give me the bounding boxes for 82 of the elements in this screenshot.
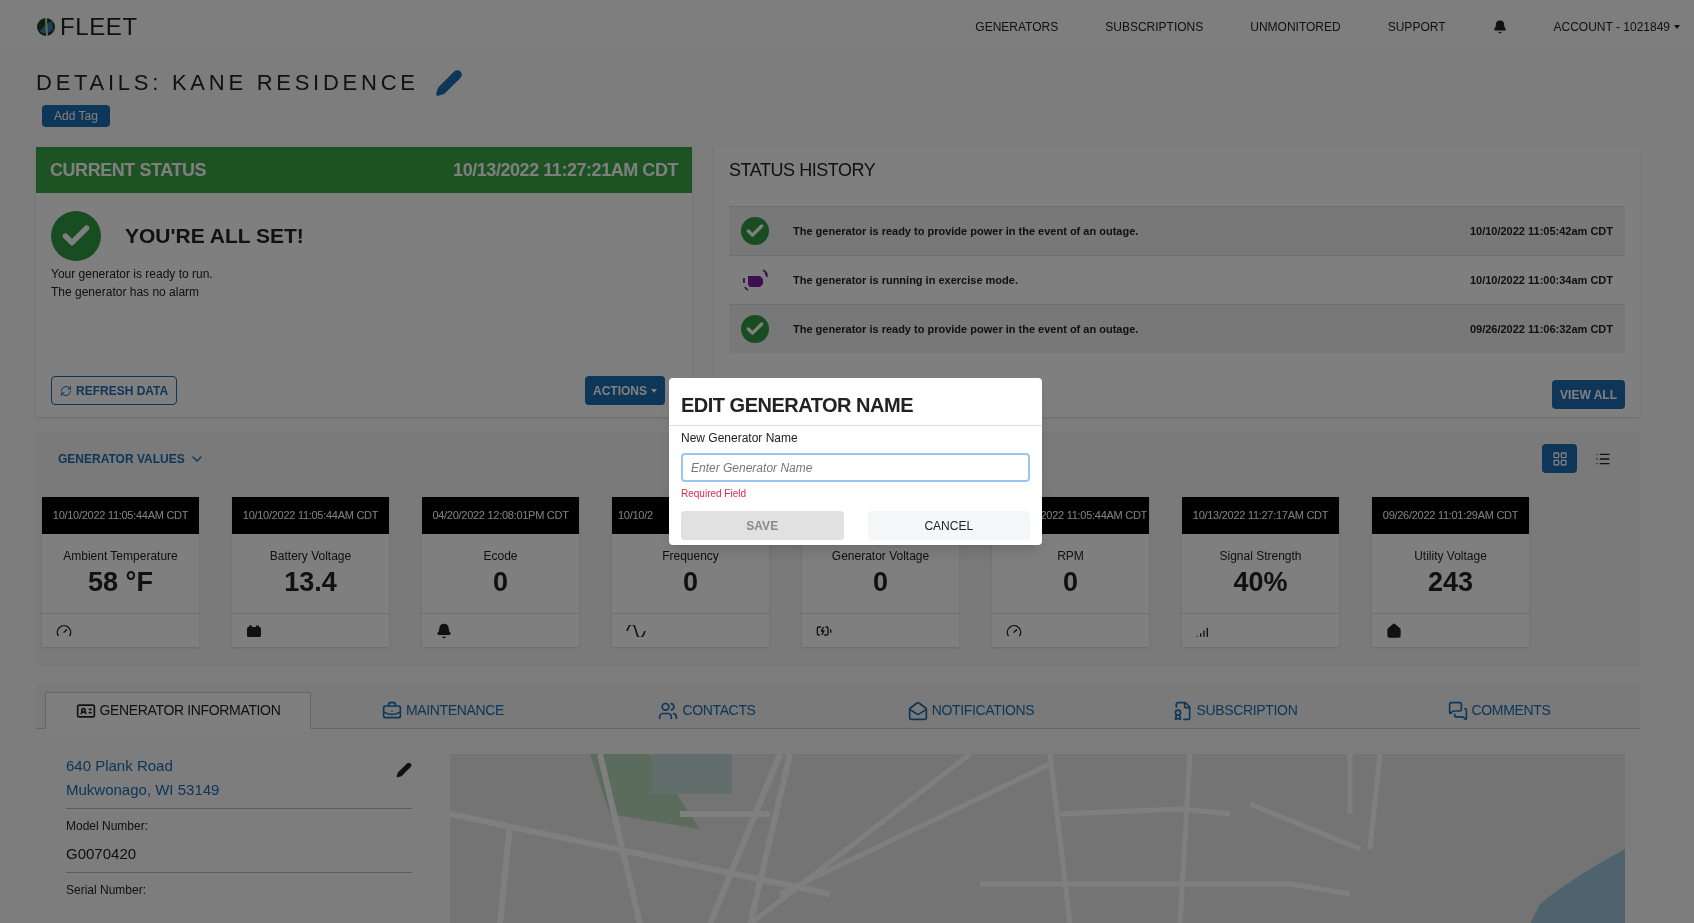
value-label: Generator Voltage (830, 548, 931, 565)
edit-pencil-icon[interactable] (396, 762, 412, 778)
value-timestamp: 04/20/2022 12:08:01PM CDT (432, 508, 569, 524)
value-timestamp: 10/10/2022 11:05:44AM CDT (242, 508, 379, 524)
tab[interactable]: CONTACTS (575, 692, 839, 729)
brand-name: FLEET (60, 12, 138, 42)
page-title: DETAILS: KANE RESIDENCE (36, 69, 419, 97)
toolbox-icon (381, 700, 402, 721)
nav-link[interactable]: SUPPORT (1387, 18, 1446, 36)
error-message: Required Field (680, 487, 748, 501)
card-title: STATUS HISTORY (729, 159, 877, 182)
field-value: G0070420 (66, 844, 138, 864)
engine-icon (741, 266, 769, 294)
bell-icon (436, 622, 452, 639)
gauge-icon (1006, 622, 1022, 639)
account-menu[interactable]: ACCOUNT - 1021849 (1553, 18, 1680, 36)
value-label: Frequency (661, 548, 720, 565)
value-timestamp: 09/26/2022 11:01:29AM CDT (1382, 508, 1519, 524)
globe-logo-icon (36, 17, 56, 37)
tab[interactable]: MAINTENANCE (311, 692, 575, 729)
value-reading: 0 (682, 566, 699, 599)
value-reading: 0 (1062, 566, 1079, 599)
field-label: Serial Number: (66, 881, 148, 899)
status-message: The generator has no alarm (51, 284, 201, 301)
notification-bell-icon[interactable] (1492, 20, 1507, 34)
battery-icon (246, 624, 262, 637)
tab[interactable]: COMMENTS (1367, 692, 1631, 729)
refresh-icon (60, 384, 72, 397)
tab[interactable]: GENERATOR INFORMATION (45, 692, 311, 729)
dialog-title: EDIT GENERATOR NAME (669, 378, 1042, 426)
history-message: The generator is running in exercise mode. (793, 272, 1018, 288)
edit-pencil-icon[interactable] (434, 68, 463, 97)
field-label: Model Number: (66, 818, 150, 835)
history-message: The generator is ready to provide power in the event of an outage. (793, 223, 1139, 239)
value-label: Ambient Temperature (62, 548, 179, 565)
add-tag-button[interactable]: Add Tag (42, 105, 110, 127)
envelope-icon (907, 700, 928, 721)
value-reading: 0 (872, 566, 889, 599)
nav-link[interactable]: SUBSCRIPTIONS (1105, 18, 1204, 36)
generator-name-input[interactable]: Enter Generator Name (681, 453, 1030, 482)
refresh-data-button[interactable]: REFRESH DATA (51, 376, 178, 405)
field-label: New Generator Name (680, 430, 799, 447)
value-timestamp: 2022 11:05:44AM CDT (1040, 508, 1147, 524)
status-headline: YOU'RE ALL SET! (125, 223, 304, 250)
document-badge-icon (1172, 700, 1193, 721)
actions-button[interactable]: ACTIONS (585, 376, 665, 405)
value-reading: 0 (492, 566, 509, 599)
tab[interactable]: NOTIFICATIONS (839, 692, 1103, 729)
grid-view-button[interactable] (1542, 444, 1577, 473)
value-reading: 13.4 (283, 566, 338, 599)
history-time: 10/10/2022 11:05:42am CDT (1469, 223, 1613, 239)
value-label: Utility Voltage (1413, 548, 1488, 565)
value-reading: 243 (1426, 566, 1475, 599)
value-label: Signal Strength (1218, 548, 1303, 565)
card-title: CURRENT STATUS (50, 158, 207, 182)
sine-wave-icon (626, 624, 646, 637)
comments-icon (1447, 700, 1468, 721)
value-reading: 40% (1232, 566, 1289, 599)
history-message: The generator is ready to provide power in the event of an outage. (793, 321, 1139, 337)
grid-icon (1551, 450, 1568, 467)
address-link[interactable]: 640 Plank Road (66, 754, 220, 778)
value-reading: 58 °F (87, 566, 154, 599)
status-message: Your generator is ready to run. (51, 266, 214, 283)
status-timestamp: 10/13/2022 11:27:21AM CDT (453, 158, 678, 182)
value-timestamp: 10/10/2022 11:05:44AM CDT (52, 508, 189, 524)
history-time: 10/10/2022 11:00:34am CDT (1469, 272, 1613, 288)
tab[interactable]: SUBSCRIPTION (1103, 692, 1367, 729)
value-timestamp: 10/10/2 (618, 508, 653, 524)
address-link[interactable]: Mukwonago, WI 53149 (66, 778, 220, 802)
users-icon (658, 700, 679, 721)
nav-link[interactable]: GENERATORS (975, 18, 1059, 36)
value-timestamp: 10/13/2022 11:27:17AM CDT (1192, 508, 1329, 524)
value-label: Ecode (482, 548, 519, 565)
view-all-button[interactable]: VIEW ALL (1552, 380, 1625, 409)
value-label: RPM (1056, 548, 1085, 565)
value-label: Battery Voltage (268, 548, 353, 565)
house-icon (1386, 622, 1402, 639)
nav-link[interactable]: UNMONITORED (1250, 18, 1341, 36)
cancel-button[interactable]: CANCEL (867, 511, 1030, 540)
history-time: 09/26/2022 11:06:32am CDT (1469, 321, 1613, 337)
generator-values-toggle[interactable]: GENERATOR VALUES (58, 449, 205, 468)
gauge-icon (56, 622, 72, 639)
